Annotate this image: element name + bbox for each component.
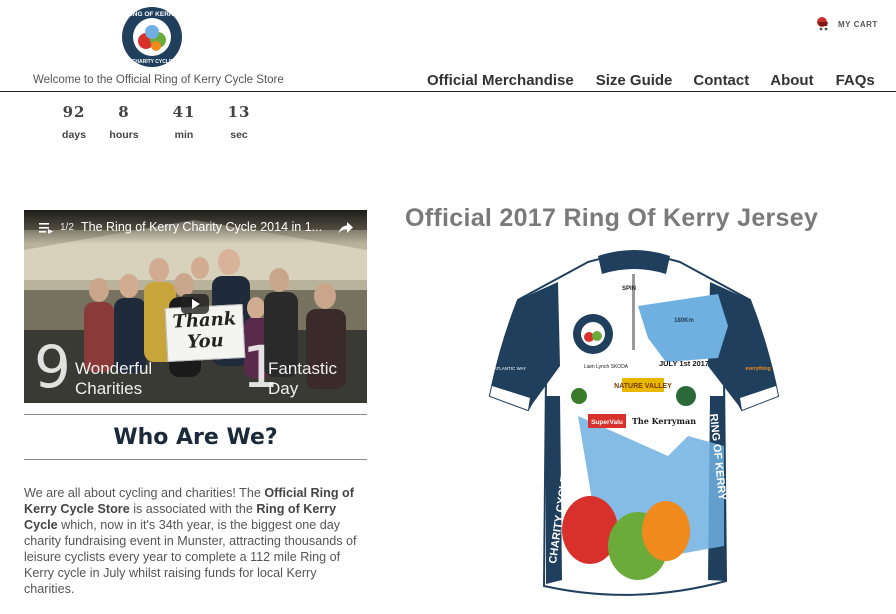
shopping-cart-icon bbox=[817, 17, 828, 31]
about-divider-top bbox=[24, 414, 367, 415]
logo-text-bottom: CHARITY CYCLE bbox=[132, 59, 173, 65]
jersey-image[interactable]: NATURE VALLEY SuperValu The Kerryman Lia… bbox=[488, 246, 780, 610]
product-title[interactable]: Official 2017 Ring Of Kerry Jersey bbox=[405, 204, 818, 233]
countdown-sec-label: sec bbox=[230, 129, 248, 141]
jersey-map-label: 180Km bbox=[674, 318, 694, 324]
countdown-days: 92 days bbox=[49, 103, 99, 141]
overlay-left-line-1: Wonderful bbox=[75, 359, 153, 378]
about-text-2: is associated with the bbox=[129, 502, 257, 516]
jersey-sponsor-everything: everything bbox=[745, 366, 770, 372]
countdown-sec-value: 13 bbox=[227, 103, 251, 121]
play-icon[interactable] bbox=[181, 294, 209, 314]
video-title[interactable]: The Ring of Kerry Charity Cycle 2014 in … bbox=[81, 220, 322, 234]
jersey-sponsor-atlantic: ATLANTIC WAY bbox=[494, 366, 526, 371]
my-cart-link[interactable]: MY CART bbox=[816, 16, 878, 32]
main-nav: Official Merchandise Size Guide Contact … bbox=[427, 72, 875, 89]
jersey-sponsor-supervalu: SuperValu bbox=[591, 419, 623, 426]
about-divider-bottom bbox=[24, 459, 367, 460]
countdown-days-label: days bbox=[62, 129, 86, 141]
about-heading: Who Are We? bbox=[113, 425, 278, 450]
playlist-icon[interactable] bbox=[39, 222, 53, 234]
countdown-min-value: 41 bbox=[172, 103, 196, 121]
cart-label: MY CART bbox=[838, 19, 878, 29]
nav-size-guide[interactable]: Size Guide bbox=[596, 72, 673, 89]
store-logo[interactable]: RING OF KERRY CHARITY CYCLE bbox=[121, 6, 183, 68]
overlay-left-number: 9 bbox=[34, 333, 71, 401]
nav-contact[interactable]: Contact bbox=[693, 72, 749, 89]
about-text-1: We are all about cycling and charities! … bbox=[24, 486, 265, 500]
countdown-days-value: 92 bbox=[62, 103, 86, 121]
store-tagline: Welcome to the Official Ring of Kerry Cy… bbox=[33, 74, 284, 86]
nav-faqs[interactable]: FAQs bbox=[836, 72, 875, 89]
jersey-date: JULY 1st 2017 bbox=[659, 359, 709, 368]
nav-official-merchandise[interactable]: Official Merchandise bbox=[427, 72, 574, 89]
playlist-count: 1/2 bbox=[60, 222, 74, 233]
overlay-right-line-1: Fantastic bbox=[268, 359, 337, 378]
jersey-sponsor-skoda: Liam Lynch SKODA bbox=[584, 364, 629, 370]
countdown-min: 41 min bbox=[159, 103, 209, 141]
youtube-video-embed[interactable]: 1/2 The Ring of Kerry Charity Cycle 2014… bbox=[24, 210, 367, 403]
countdown-hours: 8 hours bbox=[99, 103, 149, 141]
jersey-sponsor-nature-valley: NATURE VALLEY bbox=[614, 383, 672, 390]
about-paragraph: We are all about cycling and charities! … bbox=[24, 485, 366, 597]
sign-line-2: You bbox=[186, 330, 225, 353]
nav-about[interactable]: About bbox=[770, 72, 813, 89]
share-icon[interactable] bbox=[338, 221, 354, 235]
countdown-min-label: min bbox=[174, 129, 194, 141]
jersey-sponsor-spin: SPIN bbox=[622, 286, 636, 292]
overlay-right-line-2: Day bbox=[268, 379, 299, 398]
about-text-3: which, now in it's 34th year, is the big… bbox=[24, 518, 357, 596]
overlay-left-line-2: Charities bbox=[75, 379, 143, 398]
header-divider bbox=[0, 91, 896, 92]
countdown-sec: 13 sec bbox=[214, 103, 264, 141]
countdown-hours-value: 8 bbox=[118, 103, 130, 121]
logo-text-top: RING OF KERRY bbox=[126, 11, 178, 18]
jersey-sponsor-kerryman: The Kerryman bbox=[632, 416, 696, 426]
countdown-hours-label: hours bbox=[109, 129, 139, 141]
